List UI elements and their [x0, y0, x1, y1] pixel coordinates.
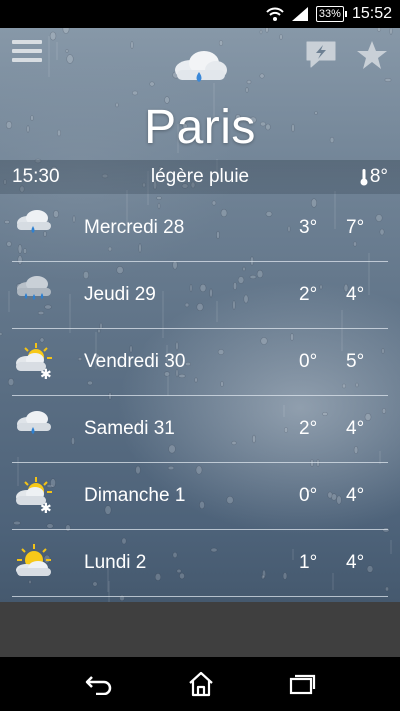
recent-apps-icon [289, 674, 315, 695]
forecast-row[interactable]: Mercredi 28 3° 7° [12, 195, 388, 262]
forecast-day: Dimanche 1 [84, 485, 186, 506]
navigation-bar [0, 657, 400, 711]
weather-description: légère pluie [150, 166, 250, 187]
battery-level: 33% [318, 8, 341, 20]
forecast-row[interactable]: Lundi 2 1° 4° [12, 530, 388, 597]
hamburger-line [12, 58, 42, 62]
forecast-max-temp: 4° [346, 418, 365, 439]
forecast-day: Mercredi 28 [84, 217, 185, 238]
forecast-min-temp: 0° [299, 485, 318, 506]
forecast-min-temp: 2° [299, 418, 318, 439]
sun-cloud-snow-icon: ✱ [14, 342, 54, 387]
cloud-rain-icon [14, 409, 54, 444]
hamburger-menu-icon [12, 40, 42, 44]
city-name: Paris [144, 101, 256, 154]
wifi-icon [266, 7, 284, 21]
empty-footer-area [0, 602, 400, 657]
svg-text:✱: ✱ [40, 367, 52, 382]
hamburger-line [12, 49, 42, 53]
weather-app: Paris 15:30 légère pluie 8° Mercredi 28 … [0, 28, 400, 657]
forecast-min-temp: 0° [299, 351, 318, 372]
forecast-max-temp: 4° [346, 485, 365, 506]
forecast-row[interactable]: ✱ Vendredi 30 0° 5° [12, 329, 388, 396]
forecast-day: Jeudi 29 [84, 284, 156, 305]
forecast-row[interactable]: Samedi 31 2° 4° [12, 396, 388, 463]
forecast-min-temp: 1° [299, 552, 318, 573]
forecast-row[interactable]: Jeudi 29 2° 4° [12, 262, 388, 329]
forecast-min-temp: 3° [299, 217, 318, 238]
clock: 15:52 [351, 5, 392, 22]
status-bar: 33% 15:52 [0, 0, 400, 28]
forecast-max-temp: 7° [346, 217, 365, 238]
menu-button[interactable] [12, 40, 42, 62]
home-icon [189, 671, 213, 697]
star-icon [357, 41, 387, 69]
cloud-rain-icon [14, 208, 54, 243]
current-conditions-bar: 15:30 légère pluie 8° [0, 160, 400, 194]
favorite-button[interactable] [356, 40, 388, 75]
home-button[interactable] [187, 671, 215, 697]
forecast-max-temp: 4° [346, 284, 365, 305]
svg-text:✱: ✱ [40, 501, 52, 516]
current-temperature: 8° [369, 166, 388, 187]
lightning-chat-button[interactable] [304, 40, 338, 75]
forecast-min-temp: 2° [299, 284, 318, 305]
forecast-row[interactable]: ✱ Dimanche 1 0° 4° [12, 463, 388, 530]
recent-apps-button[interactable] [288, 673, 316, 695]
lightning-chat-icon [306, 41, 336, 68]
cloud-rain-icon [171, 48, 229, 89]
thermometer-icon [360, 169, 368, 186]
signal-icon [291, 7, 308, 21]
forecast-max-temp: 5° [346, 351, 365, 372]
battery-icon: 33% [315, 6, 347, 22]
forecast-day: Samedi 31 [84, 418, 175, 439]
forecast-max-temp: 4° [346, 552, 365, 573]
forecast-day: Lundi 2 [84, 552, 147, 573]
cloud-heavy-rain-icon [14, 275, 54, 310]
back-icon [86, 676, 112, 695]
back-button[interactable] [84, 673, 114, 695]
sun-cloud-snow-icon: ✱ [14, 476, 54, 521]
forecast-list: Mercredi 28 3° 7° Jeudi 29 2° 4° ✱ Vendr… [12, 195, 388, 597]
forecast-day: Vendredi 30 [84, 351, 186, 372]
sun-cloud-icon [14, 543, 54, 586]
current-temperature-group: 8° [360, 166, 388, 188]
